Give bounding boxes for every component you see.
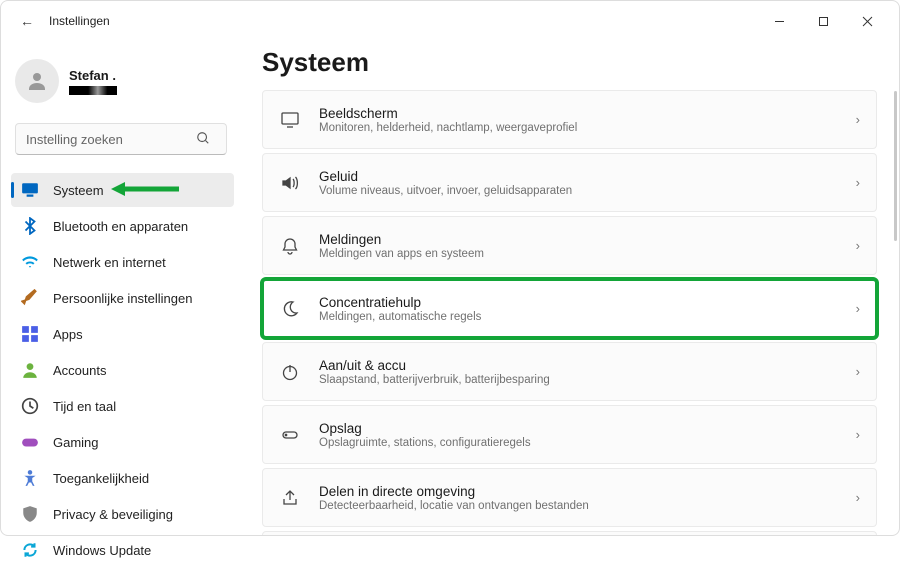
storage-icon xyxy=(279,424,301,446)
sidebar-item-toegankelijkheid[interactable]: Toegankelijkheid xyxy=(11,461,234,495)
page-title: Systeem xyxy=(262,47,877,78)
shield-icon xyxy=(21,505,39,523)
card-subtitle: Monitoren, helderheid, nachtlamp, weerga… xyxy=(319,122,577,134)
sidebar-item-label: Systeem xyxy=(53,183,104,198)
maximize-button[interactable] xyxy=(801,5,845,37)
card-title: Opslag xyxy=(319,421,531,436)
bluetooth-icon xyxy=(21,217,39,235)
card-subtitle: Opslagruimte, stations, configuratierege… xyxy=(319,437,531,449)
sidebar-item-apps[interactable]: Apps xyxy=(11,317,234,351)
user-email-redacted xyxy=(69,86,117,95)
sidebar-item-label: Apps xyxy=(53,327,83,342)
update-icon xyxy=(21,541,39,559)
search-icon xyxy=(196,131,210,148)
monitor-icon xyxy=(279,109,301,131)
person-icon xyxy=(21,361,39,379)
chevron-right-icon: › xyxy=(856,238,860,253)
sidebar-item-label: Privacy & beveiliging xyxy=(53,507,173,522)
card-title: Concentratiehulp xyxy=(319,295,481,310)
sidebar-item-tijd-en-taal[interactable]: Tijd en taal xyxy=(11,389,234,423)
settings-card-aan-uit-accu[interactable]: Aan/uit & accuSlaapstand, batterijverbru… xyxy=(262,342,877,401)
sidebar-item-persoonlijke-instellingen[interactable]: Persoonlijke instellingen xyxy=(11,281,234,315)
settings-card-beeldscherm[interactable]: BeeldschermMonitoren, helderheid, nachtl… xyxy=(262,90,877,149)
brush-icon xyxy=(21,289,39,307)
card-subtitle: Volume niveaus, uitvoer, invoer, geluids… xyxy=(319,185,572,197)
sidebar-item-accounts[interactable]: Accounts xyxy=(11,353,234,387)
chevron-right-icon: › xyxy=(856,427,860,442)
back-button[interactable]: ← xyxy=(11,13,43,29)
settings-card-opslag[interactable]: OpslagOpslagruimte, stations, configurat… xyxy=(262,405,877,464)
wifi-icon xyxy=(21,253,39,271)
sidebar-item-bluetooth-en-apparaten[interactable]: Bluetooth en apparaten xyxy=(11,209,234,243)
sidebar-item-label: Persoonlijke instellingen xyxy=(53,291,192,306)
sidebar-item-label: Gaming xyxy=(53,435,99,450)
sidebar-item-label: Tijd en taal xyxy=(53,399,116,414)
chevron-right-icon: › xyxy=(856,175,860,190)
gaming-icon xyxy=(21,433,39,451)
card-title: Delen in directe omgeving xyxy=(319,484,589,499)
sidebar-item-windows-update[interactable]: Windows Update xyxy=(11,533,234,567)
card-title: Meldingen xyxy=(319,232,484,247)
card-subtitle: Detecteerbaarheid, locatie van ontvangen… xyxy=(319,500,589,512)
apps-icon xyxy=(21,325,39,343)
sidebar-item-netwerk-en-internet[interactable]: Netwerk en internet xyxy=(11,245,234,279)
settings-card-geluid[interactable]: GeluidVolume niveaus, uitvoer, invoer, g… xyxy=(262,153,877,212)
clock-icon xyxy=(21,397,39,415)
sidebar-item-label: Accounts xyxy=(53,363,106,378)
window-title: Instellingen xyxy=(43,14,110,28)
sidebar-item-privacy-beveiliging[interactable]: Privacy & beveiliging xyxy=(11,497,234,531)
card-subtitle: Meldingen, automatische regels xyxy=(319,311,481,323)
sidebar-item-label: Windows Update xyxy=(53,543,151,558)
sidebar-item-gaming[interactable]: Gaming xyxy=(11,425,234,459)
scrollbar[interactable] xyxy=(894,91,897,241)
display-icon xyxy=(21,181,39,199)
sound-icon xyxy=(279,172,301,194)
card-title: Aan/uit & accu xyxy=(319,358,550,373)
chevron-right-icon: › xyxy=(856,301,860,316)
settings-card-meldingen[interactable]: MeldingenMeldingen van apps en systeem › xyxy=(262,216,877,275)
sidebar-item-label: Bluetooth en apparaten xyxy=(53,219,188,234)
moon-icon xyxy=(279,298,301,320)
card-title: Geluid xyxy=(319,169,572,184)
chevron-right-icon: › xyxy=(856,490,860,505)
settings-card-multitasking[interactable]: MultitaskingVensters vastmaken, bureaubl… xyxy=(262,531,877,535)
settings-card-concentratiehulp[interactable]: ConcentratiehulpMeldingen, automatische … xyxy=(262,279,877,338)
avatar xyxy=(15,59,59,103)
sidebar-item-label: Toegankelijkheid xyxy=(53,471,149,486)
accessibility-icon xyxy=(21,469,39,487)
settings-card-delen-in-directe-omgeving[interactable]: Delen in directe omgevingDetecteerbaarhe… xyxy=(262,468,877,527)
card-subtitle: Meldingen van apps en systeem xyxy=(319,248,484,260)
power-icon xyxy=(279,361,301,383)
close-button[interactable] xyxy=(845,5,889,37)
user-profile[interactable]: Stefan . xyxy=(15,59,234,103)
card-title: Beeldscherm xyxy=(319,106,577,121)
minimize-button[interactable] xyxy=(757,5,801,37)
chevron-right-icon: › xyxy=(856,112,860,127)
sidebar-item-label: Netwerk en internet xyxy=(53,255,166,270)
user-name: Stefan . xyxy=(69,68,117,83)
share-icon xyxy=(279,487,301,509)
card-subtitle: Slaapstand, batterijverbruik, batterijbe… xyxy=(319,374,550,386)
chevron-right-icon: › xyxy=(856,364,860,379)
sidebar-item-systeem[interactable]: Systeem xyxy=(11,173,234,207)
bell-icon xyxy=(279,235,301,257)
